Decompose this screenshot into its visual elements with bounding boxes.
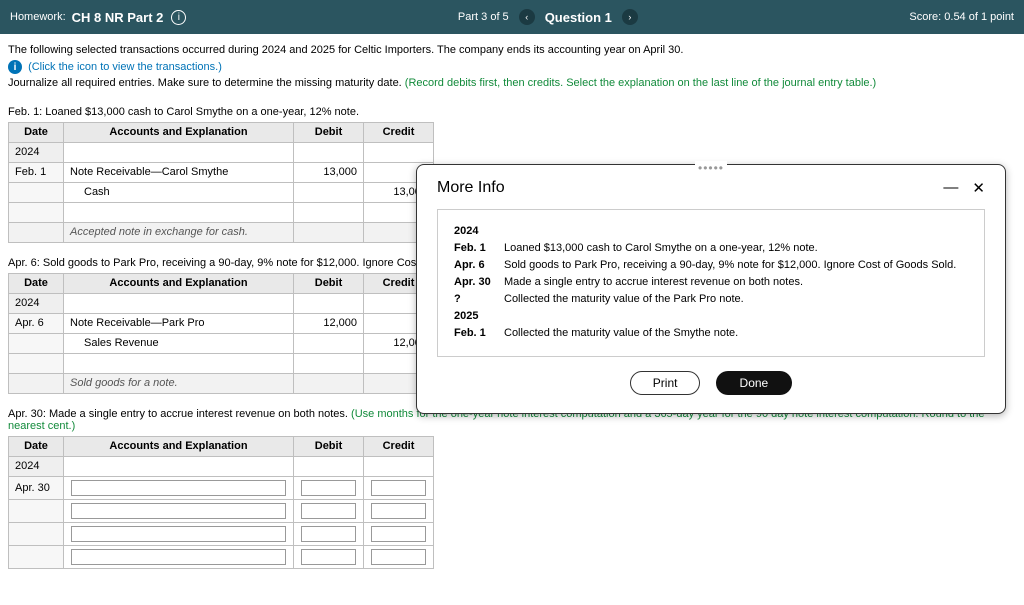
col-credit: Credit (364, 122, 434, 142)
close-button[interactable]: ✕ (972, 179, 985, 197)
modal-year-1: 2024 (454, 225, 968, 237)
col-date: Date (9, 122, 64, 142)
more-info-modal: ••••• More Info — ✕ 2024 Feb. 1Loaned $1… (416, 164, 1006, 414)
instruction-text: Journalize all required entries. Make su… (8, 77, 405, 89)
print-button[interactable]: Print (630, 371, 701, 395)
info-icon-small[interactable]: i (8, 60, 22, 74)
account-cell[interactable]: Sales Revenue (64, 333, 294, 353)
drag-handle-icon[interactable]: ••••• (695, 161, 727, 175)
account-cell[interactable]: Note Receivable—Park Pro (64, 313, 294, 333)
info-icon[interactable]: i (171, 10, 186, 25)
minimize-button[interactable]: — (943, 179, 958, 197)
journal-table-3: Date Accounts and Explanation Debit Cred… (8, 436, 434, 569)
journal-entry-3: Apr. 30: Made a single entry to accrue i… (8, 408, 1016, 569)
account-input[interactable] (64, 476, 294, 499)
account-cell[interactable]: Note Receivable—Carol Smythe (64, 162, 294, 182)
debit-input[interactable] (294, 476, 364, 499)
instruction-note: (Record debits first, then credits. Sele… (405, 77, 876, 89)
col-debit: Debit (294, 122, 364, 142)
view-transactions-link[interactable]: (Click the icon to view the transactions… (28, 61, 222, 73)
explanation-cell[interactable]: Sold goods for a note. (64, 373, 294, 393)
done-button[interactable]: Done (716, 371, 793, 395)
next-question-button[interactable]: › (622, 9, 638, 25)
prev-question-button[interactable]: ‹ (519, 9, 535, 25)
journal-table-1: Date Accounts and Explanation Debit Cred… (8, 122, 434, 243)
modal-year-2: 2025 (454, 310, 968, 322)
intro-text: The following selected transactions occu… (8, 42, 1016, 92)
modal-title: More Info (437, 179, 505, 197)
account-cell[interactable]: Cash (64, 182, 294, 202)
debit-cell[interactable]: 13,000 (294, 162, 364, 182)
col-acct: Accounts and Explanation (64, 122, 294, 142)
content-area: The following selected transactions occu… (0, 34, 1024, 569)
credit-input[interactable] (364, 476, 434, 499)
intro-line1: The following selected transactions occu… (8, 42, 1016, 59)
journal-table-2: Date Accounts and Explanation Debit Cred… (8, 273, 434, 394)
debit-cell[interactable]: 12,000 (294, 313, 364, 333)
explanation-cell[interactable]: Accepted note in exchange for cash. (64, 222, 294, 242)
question-label: Question 1 (545, 10, 612, 25)
entry1-title: Feb. 1: Loaned $13,000 cash to Carol Smy… (8, 106, 1016, 118)
modal-body: 2024 Feb. 1Loaned $13,000 cash to Carol … (437, 209, 985, 357)
top-bar: Homework: CH 8 NR Part 2 i Part 3 of 5 ‹… (0, 0, 1024, 34)
year-cell: 2024 (9, 142, 64, 162)
date-cell: Feb. 1 (9, 162, 64, 182)
score-text: Score: 0.54 of 1 point (909, 11, 1014, 23)
center-nav: Part 3 of 5 ‹ Question 1 › (458, 9, 638, 25)
debit-cell[interactable] (294, 182, 364, 202)
homework-label: Homework: (10, 11, 66, 23)
part-label: Part 3 of 5 (458, 11, 509, 23)
homework-title: CH 8 NR Part 2 (72, 10, 164, 25)
